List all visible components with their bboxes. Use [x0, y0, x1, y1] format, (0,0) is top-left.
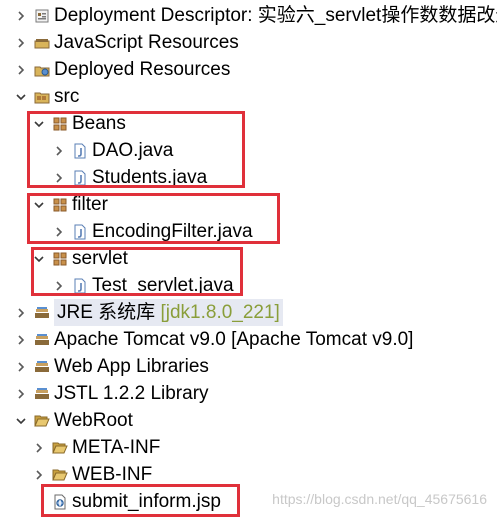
tree-item-label: JRE 系统库 — [57, 302, 156, 323]
folder-icon — [52, 440, 68, 456]
tree-item-label: DAO.java — [92, 140, 174, 161]
chevron-right-icon[interactable] — [14, 387, 28, 401]
tree-item-test-servlet-java[interactable]: Test_servlet.java — [52, 272, 234, 299]
tree-item-src[interactable]: src — [14, 83, 79, 110]
tree-item-web-app-libraries[interactable]: Web App Libraries — [14, 353, 209, 380]
java-file-icon — [72, 224, 88, 240]
java-file-icon — [72, 143, 88, 159]
tree-item-label: WEB-INF — [72, 464, 153, 485]
package-icon — [52, 251, 68, 267]
project-explorer-tree: Deployment Descriptor: 实验六_servlet操作数数据改… — [0, 0, 497, 519]
chevron-right-icon[interactable] — [52, 225, 66, 239]
library-icon — [34, 332, 50, 348]
chevron-down-icon[interactable] — [32, 198, 46, 212]
chevron-right-icon[interactable] — [32, 468, 46, 482]
chevron-right-icon[interactable] — [14, 360, 28, 374]
tree-item-label: Web App Libraries — [54, 356, 209, 377]
tree-item-dao-java[interactable]: DAO.java — [52, 137, 173, 164]
tree-item-label: Deployed Resources — [54, 59, 231, 80]
tree-item-label: WebRoot — [54, 410, 133, 431]
chevron-right-icon[interactable] — [14, 63, 28, 77]
java-file-icon — [72, 170, 88, 186]
chevron-right-icon[interactable] — [14, 333, 28, 347]
tree-item-webroot[interactable]: WebRoot — [14, 407, 133, 434]
library-icon — [34, 386, 50, 402]
watermark-text: https://blog.csdn.net/qq_45675616 — [272, 491, 487, 507]
tree-item-label: Test_servlet.java — [92, 275, 234, 296]
chevron-right-icon[interactable] — [14, 9, 28, 23]
tree-item-label: Deployment Descriptor: 实验六_servlet操作数数据改… — [54, 5, 497, 26]
tree-item-label: src — [54, 86, 80, 107]
tree-item-label: Apache Tomcat v9.0 [Apache Tomcat v9.0] — [54, 329, 414, 350]
chevron-right-icon[interactable] — [52, 171, 66, 185]
tree-item-label: servlet — [72, 248, 128, 269]
chevron-right-icon[interactable] — [14, 36, 28, 50]
library-icon — [34, 305, 50, 321]
folder-open-icon — [34, 413, 50, 429]
chevron-right-icon[interactable] — [32, 441, 46, 455]
deployment-descriptor-icon — [34, 8, 50, 24]
chevron-down-icon[interactable] — [14, 414, 28, 428]
tree-item-encodingfilter-java[interactable]: EncodingFilter.java — [52, 218, 253, 245]
source-folder-icon — [34, 89, 50, 105]
chevron-down-icon[interactable] — [32, 252, 46, 266]
tree-item-submit-inform-jsp[interactable]: submit_inform.jsp — [52, 488, 221, 515]
tree-item-deployed-resources[interactable]: Deployed Resources — [14, 56, 230, 83]
tree-item-label: Beans — [72, 113, 126, 134]
library-icon — [34, 359, 50, 375]
tree-item-label: JSTL 1.2.2 Library — [54, 383, 209, 404]
tree-item-label: submit_inform.jsp — [72, 491, 221, 512]
tree-item-package-servlet[interactable]: servlet — [32, 245, 128, 272]
tree-item-javascript-resources[interactable]: JavaScript Resources — [14, 29, 239, 56]
folder-icon — [52, 467, 68, 483]
chevron-right-icon[interactable] — [52, 144, 66, 158]
tree-item-label: Students.java — [92, 167, 208, 188]
package-icon — [52, 116, 68, 132]
chevron-down-icon[interactable] — [32, 117, 46, 131]
chevron-right-icon[interactable] — [52, 279, 66, 293]
tree-item-package-filter[interactable]: filter — [32, 191, 108, 218]
chevron-right-icon[interactable] — [14, 306, 28, 320]
tree-item-label: EncodingFilter.java — [92, 221, 253, 242]
tree-item-jre-system-library[interactable]: JRE 系统库 [jdk1.8.0_221] — [14, 299, 283, 326]
tree-item-label: JavaScript Resources — [54, 32, 239, 53]
tree-item-package-beans[interactable]: Beans — [32, 110, 126, 137]
java-file-icon — [72, 278, 88, 294]
package-icon — [52, 197, 68, 213]
tree-item-label-selected: JRE 系统库 [jdk1.8.0_221] — [54, 299, 283, 326]
tree-item-students-java[interactable]: Students.java — [52, 164, 207, 191]
tree-item-label: META-INF — [72, 437, 161, 458]
tree-item-decoration: [jdk1.8.0_221] — [160, 302, 280, 323]
tree-item-apache-tomcat[interactable]: Apache Tomcat v9.0 [Apache Tomcat v9.0] — [14, 326, 413, 353]
tree-item-web-inf[interactable]: WEB-INF — [32, 461, 152, 488]
tree-item-jstl-library[interactable]: JSTL 1.2.2 Library — [14, 380, 209, 407]
chevron-down-icon[interactable] — [14, 90, 28, 104]
tree-item-meta-inf[interactable]: META-INF — [32, 434, 160, 461]
deployed-resources-icon — [34, 62, 50, 78]
tree-item-deployment-descriptor[interactable]: Deployment Descriptor: 实验六_servlet操作数数据改… — [14, 2, 497, 29]
tree-item-label: filter — [72, 194, 108, 215]
javascript-resources-icon — [34, 35, 50, 51]
jsp-file-icon — [52, 494, 68, 510]
